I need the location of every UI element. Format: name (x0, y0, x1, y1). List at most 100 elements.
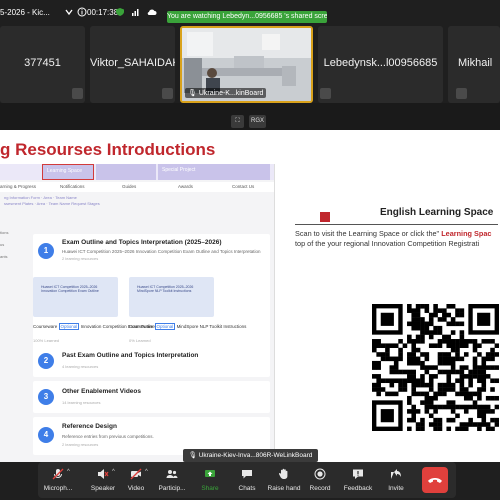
heading-marker (320, 212, 330, 222)
optional-tag: Optional (58, 323, 80, 330)
mic-icon: 🎙 (188, 90, 197, 97)
panel-text: Scan to visit the Learning Space or clic… (295, 229, 491, 238)
hang-up-icon (428, 478, 442, 483)
mic-muted-icon (320, 88, 331, 99)
invite-button[interactable]: Invite (378, 464, 414, 496)
chevron-up-icon[interactable]: ^ (145, 469, 148, 475)
shared-slide: g Resourses Introductions Learning Space… (0, 130, 500, 462)
participant-video-tile[interactable]: 🎙 Ukraine-K...kinBoard (180, 26, 313, 103)
shield-icon (116, 8, 124, 16)
card-number: 1 (38, 243, 54, 259)
video-button[interactable]: Video ^ (118, 464, 154, 496)
card-subtitle: Reference entries from previous competit… (62, 434, 154, 439)
info-icon[interactable] (77, 7, 87, 17)
video-source-name: Ukraine-Kiev-Inva...806R-WeLinkBoard (198, 452, 313, 459)
course-label: Courseware Optional MindSpore NLP Toolki… (129, 323, 247, 330)
side-nav-item: tions (0, 230, 9, 235)
card-number: 4 (38, 427, 54, 443)
participant-tile[interactable]: 377451 (0, 26, 85, 103)
mic-muted-icon (72, 88, 83, 99)
participant-tile[interactable]: Mikhail (448, 26, 500, 103)
particip-button[interactable]: Particip... (154, 464, 190, 496)
chats-button[interactable]: Chats (229, 464, 265, 496)
toolbar-label: Microph... (43, 485, 73, 492)
participant-name: Viktor_SAHAIDAK (Me) (90, 57, 175, 69)
participant-name: Ukraine-K...kinBoard (198, 90, 264, 97)
microph-button[interactable]: Microph... ^ (40, 464, 76, 496)
website-screenshot: Learning Space Special Project arning & … (0, 164, 275, 462)
feedback-button[interactable]: Feedback (340, 464, 376, 496)
chevron-up-icon[interactable]: ^ (112, 469, 115, 475)
learning-space-link: Learning Spac (441, 229, 492, 238)
course-kind: Courseware (129, 324, 154, 329)
card-meta: 2 learning resources (62, 256, 99, 261)
panel-text-line2: top of the your regional Innovation Comp… (295, 239, 480, 248)
video-source-label: 🎙 Ukraine-Kiev-Inva...806R-WeLinkBoard (183, 449, 318, 462)
toolbar-label: Invite (388, 485, 404, 492)
menu-item: Notifications (60, 184, 85, 189)
video-caption: 🎙 Ukraine-K...kinBoard (185, 88, 267, 98)
share-icon (205, 470, 215, 477)
fit-window-button[interactable]: RGX (249, 115, 266, 128)
breadcrumb: ssesment Plates · Area · Team Name Reque… (4, 201, 100, 206)
meeting-topbar: 5-2026 - Kic... 00:17:38 You are watchin… (0, 0, 500, 26)
menu-item: Contact Us (232, 184, 255, 189)
participant-name: Lebedynsk...l00956685 (323, 57, 438, 69)
card-title: Reference Design (62, 423, 117, 430)
cloud-icon (147, 9, 157, 16)
card-subtitle: Huawei ICT Competition 2025–2026 Innovat… (62, 249, 261, 254)
mic-muted-icon (162, 88, 173, 99)
card-meta: 14 learning resources (62, 400, 101, 405)
chevron-down-icon[interactable] (64, 7, 74, 17)
side-nav-item: ants (0, 254, 8, 259)
thumbnail-text: Huawei ICT Competition 2025–2026 MindSpo… (137, 285, 194, 293)
slide-title: g Resourses Introductions (0, 140, 216, 159)
tab-blank (96, 164, 156, 180)
record-button[interactable]: Record (302, 464, 338, 496)
participant-name: Mikhail (458, 57, 493, 69)
resource-card: 1 Exam Outline and Topics Interpretation… (33, 234, 270, 360)
course-progress: 100% Learned (33, 338, 60, 343)
chevron-up-icon[interactable]: ^ (67, 469, 70, 475)
participant-tile[interactable]: Viktor_SAHAIDAK (Me) (90, 26, 175, 103)
card-number: 3 (38, 389, 54, 405)
menu-item: arning & Progress (0, 184, 37, 189)
signal-icon (132, 9, 139, 16)
meeting-title: 5-2026 - Kic... (0, 8, 50, 17)
video-camera-icon (130, 468, 142, 480)
course-kind: Courseware (33, 324, 58, 329)
card-meta: 4 learning resources (62, 364, 99, 369)
course-thumbnail: Huawei ICT Competition 2025–2026 MindSpo… (129, 277, 214, 317)
participant-strip: 377451 Viktor_SAHAIDAK (Me) 🎙 Ukraine-K.… (0, 26, 500, 103)
heading-rule (295, 224, 498, 225)
microphone-icon (52, 468, 64, 480)
card-title: Other Enablement Videos (62, 388, 141, 395)
menu-item: Guides (122, 184, 137, 189)
card-number: 2 (38, 353, 54, 369)
watching-banner: You are watching Lebedyn...0956685 's sh… (167, 11, 327, 23)
screenshot-menu: arning & Progress Notifications Guides A… (0, 182, 274, 192)
tab-learning-space: Learning Space (42, 164, 94, 180)
fullscreen-icon[interactable]: ⛶ (231, 115, 244, 128)
optional-tag: Optional (154, 323, 176, 330)
meeting-timer: 00:17:38 (87, 8, 119, 17)
participant-name: 377451 (24, 57, 61, 69)
panel-heading: English Learning Space (380, 207, 494, 218)
card-meta: 2 learning resources (62, 442, 99, 447)
thumbnail-text: Huawei ICT Competition 2025–2026 Innovat… (41, 285, 99, 293)
qr-panel: English Learning Space Scan to visit the… (275, 164, 500, 462)
card-title: Exam Outline and Topics Interpretation (… (62, 239, 222, 246)
participant-tile[interactable]: Lebedynsk...l00956685 (318, 26, 443, 103)
mic-icon: 🎙 (188, 452, 197, 459)
invite-icon (391, 469, 401, 479)
resource-card: 2 Past Exam Outline and Topics Interpret… (33, 345, 270, 377)
speaker-icon (98, 469, 109, 479)
end-call-button[interactable] (422, 467, 448, 493)
side-nav-item: us (0, 242, 5, 247)
participants-icon (166, 470, 178, 478)
raise-hand-button[interactable]: Raise hand (266, 464, 302, 496)
raise-hand-icon (278, 468, 288, 479)
course-name: MindSpore NLP Toolkit Instructions (176, 324, 247, 329)
share-button[interactable]: Share (192, 464, 228, 496)
feedback-icon (353, 469, 363, 479)
